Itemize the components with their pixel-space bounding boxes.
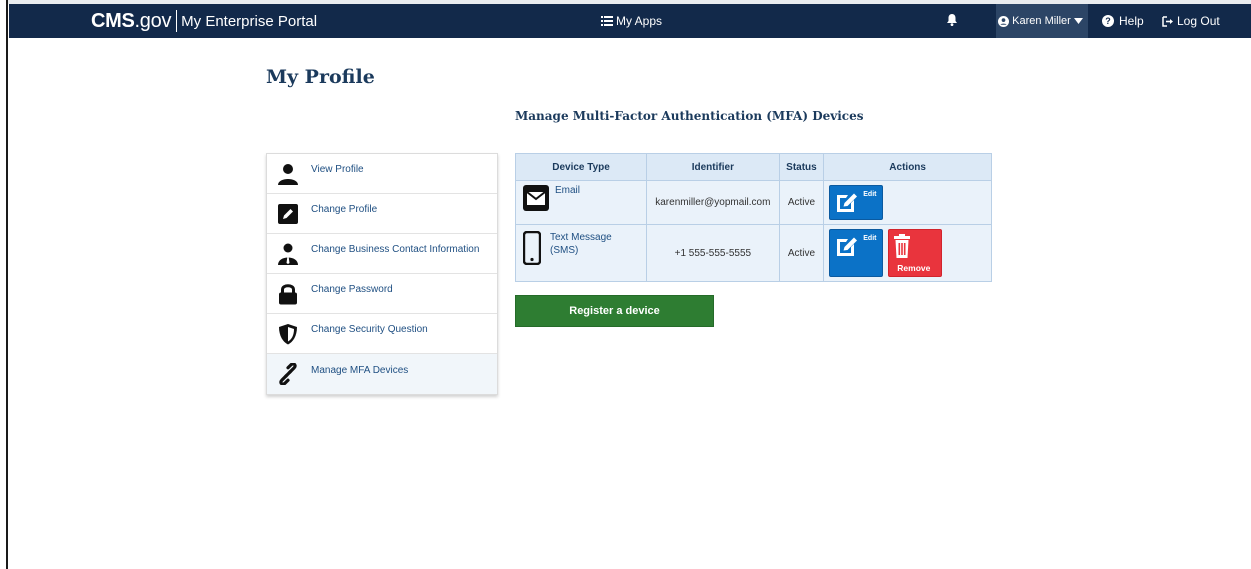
caret-down-icon xyxy=(1073,18,1083,24)
section-title: Manage Multi-Factor Authentication (MFA)… xyxy=(515,109,864,123)
edit-icon xyxy=(835,235,861,260)
edit-label: Edit xyxy=(863,235,877,242)
sidebar-item-label: Change Security Question xyxy=(311,324,428,335)
actions-cell: Edit xyxy=(823,180,992,225)
my-apps-link[interactable]: My Apps xyxy=(601,4,662,38)
cms-gov-logo: CMS.gov xyxy=(91,9,172,32)
link-icon xyxy=(276,362,300,386)
status-cell: Active xyxy=(778,180,825,225)
profile-sidebar: View Profile Change Profile Change Busin… xyxy=(266,153,498,395)
column-header-actions: Actions xyxy=(823,153,992,181)
register-device-button[interactable]: Register a device xyxy=(515,295,714,327)
sign-out-icon xyxy=(1162,15,1174,27)
column-header-device-type: Device Type xyxy=(514,153,648,181)
device-type-cell: Text Message (SMS) xyxy=(514,224,648,282)
business-contact-icon xyxy=(276,242,300,266)
device-type-cell: Email xyxy=(514,180,648,225)
sidebar-item-change-security-question[interactable]: Change Security Question xyxy=(267,314,497,354)
table-header-row: Device Type Identifier Status Actions xyxy=(514,153,992,181)
edit-button[interactable]: Edit xyxy=(829,185,884,220)
mobile-phone-icon xyxy=(523,231,541,265)
svg-text:?: ? xyxy=(1105,16,1111,26)
sidebar-item-change-password[interactable]: Change Password xyxy=(267,274,497,314)
device-type-label: Email xyxy=(555,185,581,196)
mfa-devices-table: Device Type Identifier Status Actions Em… xyxy=(514,153,992,282)
identifier-cell: karenmiller@yopmail.com xyxy=(646,180,780,225)
column-header-identifier: Identifier xyxy=(646,153,780,181)
user-name: Karen Miller xyxy=(1012,15,1071,27)
brand-logo[interactable]: CMS.gov My Enterprise Portal xyxy=(91,4,317,38)
sidebar-item-change-business-contact[interactable]: Change Business Contact Information xyxy=(267,234,497,274)
edit-label: Edit xyxy=(863,191,877,198)
shield-icon xyxy=(276,322,300,346)
page-title: My Profile xyxy=(266,66,375,88)
question-circle-icon: ? xyxy=(1102,15,1114,27)
remove-label: Remove xyxy=(897,263,931,273)
top-navigation-bar: CMS.gov My Enterprise Portal My Apps Kar… xyxy=(9,4,1251,38)
window-left-border xyxy=(0,0,8,569)
help-label: Help xyxy=(1119,14,1144,28)
log-out-label: Log Out xyxy=(1177,14,1220,28)
status-cell: Active xyxy=(778,224,825,282)
sidebar-item-label: Manage MFA Devices xyxy=(311,364,409,376)
sidebar-item-label: Change Business Contact Information xyxy=(311,244,480,255)
remove-button[interactable]: Remove xyxy=(888,229,943,277)
sidebar-item-label: Change Profile xyxy=(311,204,378,215)
trash-icon xyxy=(894,234,911,261)
sidebar-item-label: View Profile xyxy=(311,164,364,175)
help-link[interactable]: ? Help xyxy=(1102,4,1144,38)
sidebar-item-view-profile[interactable]: View Profile xyxy=(267,154,497,194)
table-row: Text Message (SMS) +1 555-555-5555 Activ… xyxy=(514,224,992,282)
my-apps-label: My Apps xyxy=(616,14,663,28)
table-row: Email karenmiller@yopmail.com Active Edi… xyxy=(514,180,992,225)
bell-icon[interactable] xyxy=(945,13,961,29)
pencil-icon xyxy=(276,202,300,226)
device-type-label: Text Message (SMS) xyxy=(550,232,612,256)
sidebar-item-manage-mfa-devices[interactable]: Manage MFA Devices xyxy=(267,354,497,394)
column-header-status: Status xyxy=(778,153,825,181)
user-circle-icon xyxy=(998,15,1010,27)
log-out-link[interactable]: Log Out xyxy=(1162,4,1220,38)
portal-name: My Enterprise Portal xyxy=(181,12,318,30)
sidebar-item-change-profile[interactable]: Change Profile xyxy=(267,194,497,234)
user-icon xyxy=(276,162,300,186)
actions-cell: Edit Remove xyxy=(823,224,992,282)
lock-icon xyxy=(276,282,300,306)
brand-divider xyxy=(176,10,178,32)
user-menu[interactable]: Karen Miller xyxy=(996,4,1088,38)
edit-button[interactable]: Edit xyxy=(829,229,884,277)
edit-icon xyxy=(835,191,861,216)
identifier-cell: +1 555-555-5555 xyxy=(646,224,780,282)
envelope-icon xyxy=(523,185,549,211)
sidebar-item-label: Change Password xyxy=(311,284,393,295)
list-icon xyxy=(601,16,613,26)
